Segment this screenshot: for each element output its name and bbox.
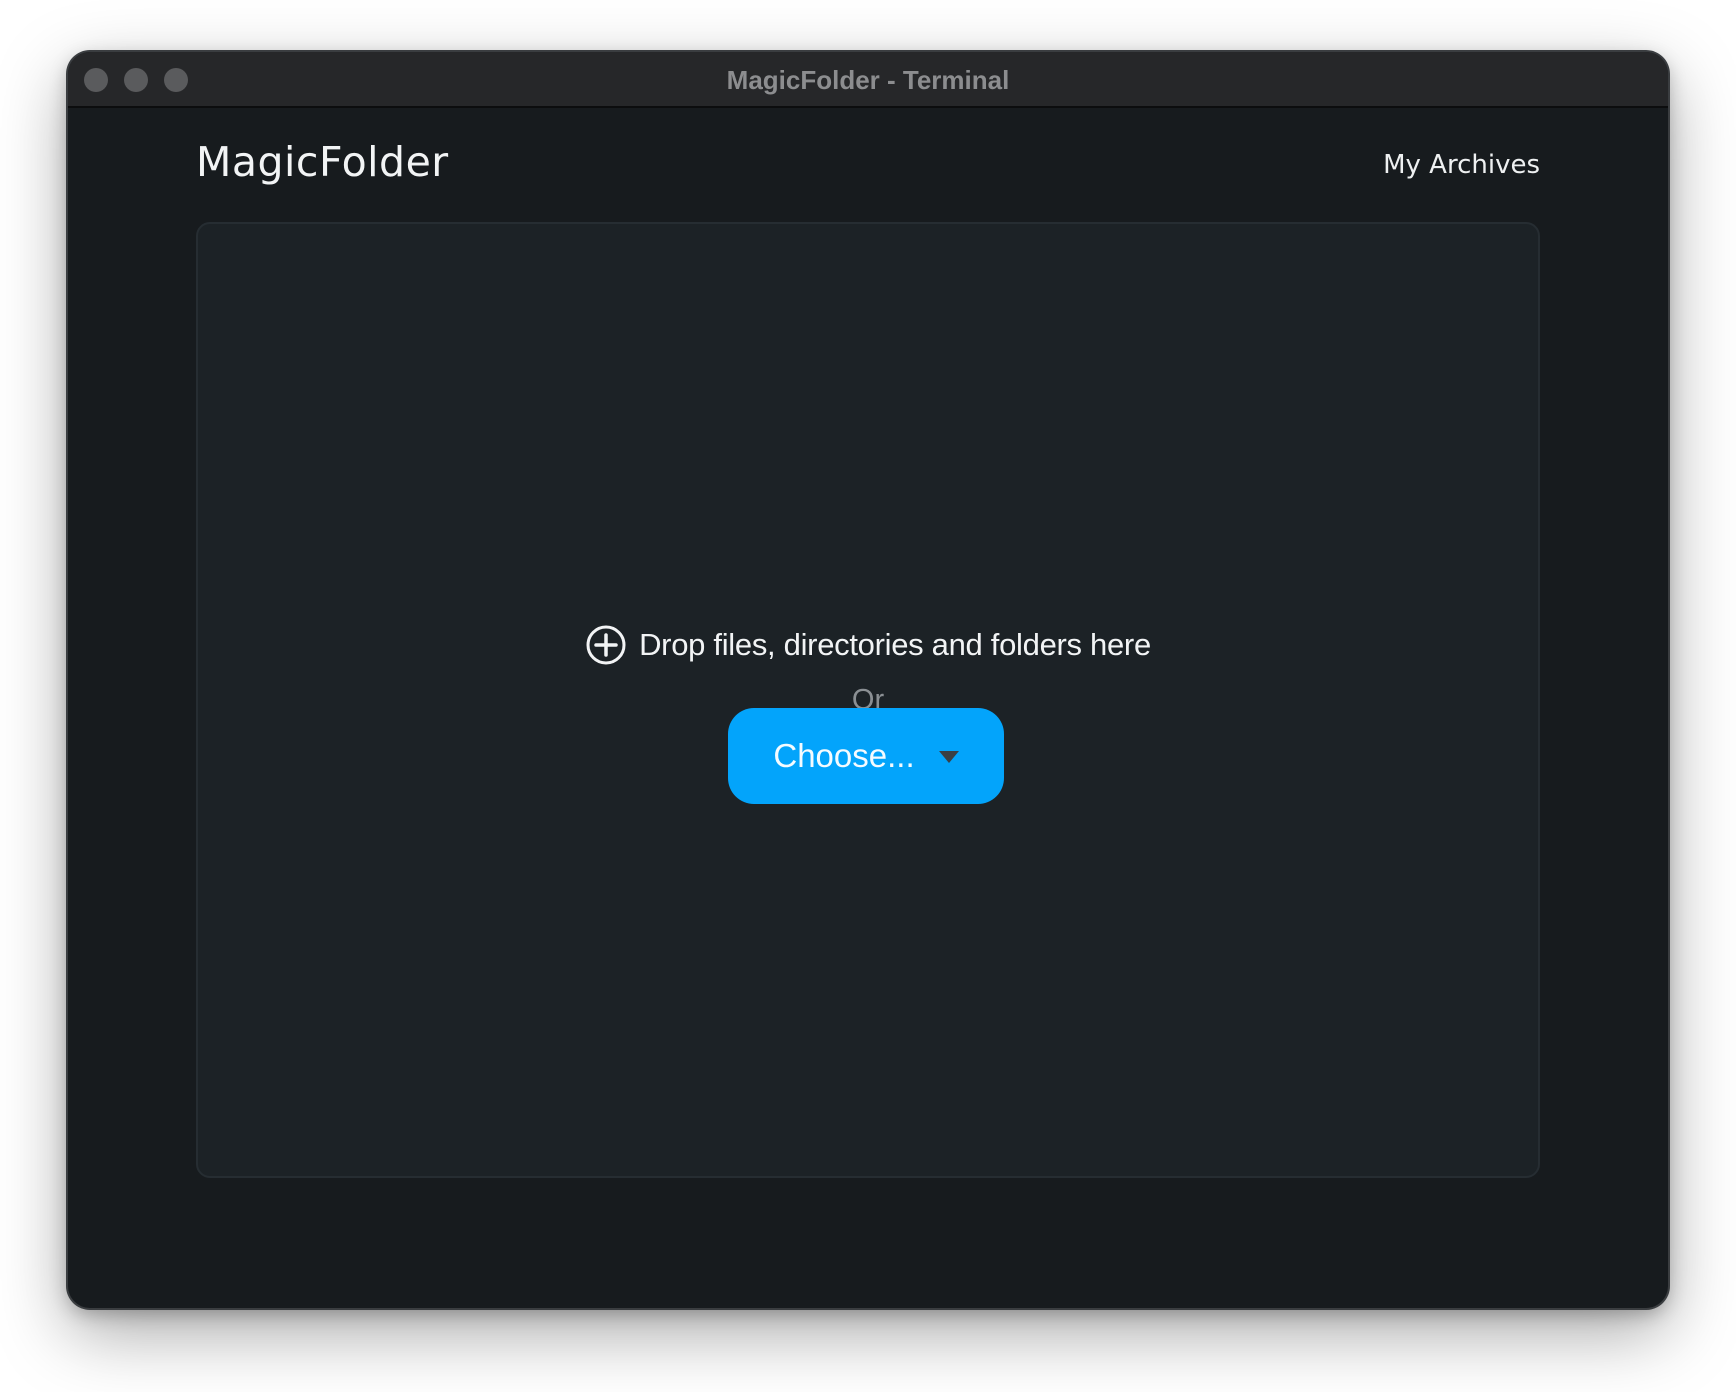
drop-prompt-text: Drop files, directories and folders here xyxy=(639,627,1151,662)
choose-button[interactable]: Choose... xyxy=(728,708,1004,804)
plus-circle-icon xyxy=(586,625,626,665)
window-title: MagicFolder - Terminal xyxy=(726,65,1010,95)
drop-prompt-row: Drop files, directories and folders here xyxy=(198,624,1538,668)
title-bar[interactable]: MagicFolder - Terminal xyxy=(68,52,1668,108)
drop-zone[interactable]: Drop files, directories and folders here… xyxy=(196,222,1540,1178)
choose-button-label: Choose... xyxy=(773,737,915,774)
app-window: MagicFolder - Terminal MagicFolder My Ar… xyxy=(68,52,1668,1308)
app-title: MagicFolder xyxy=(196,138,449,186)
my-archives-link[interactable]: My Archives xyxy=(1383,150,1540,180)
chevron-down-icon xyxy=(938,751,959,763)
